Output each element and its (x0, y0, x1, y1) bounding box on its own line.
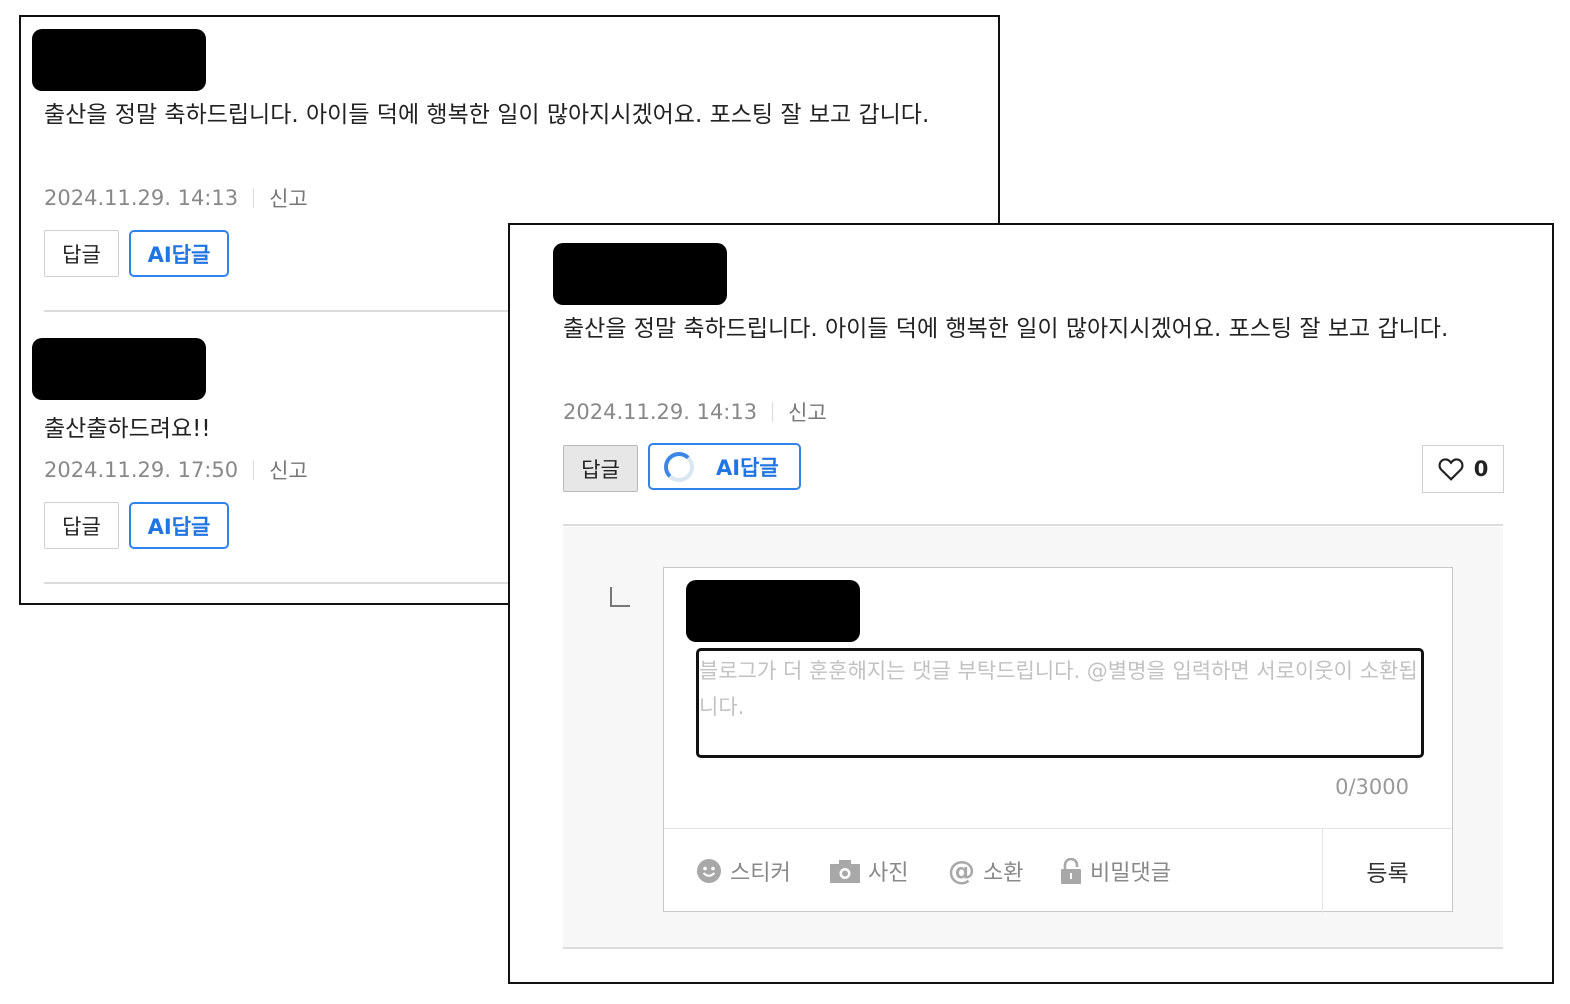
reply-button[interactable]: 답글 (44, 502, 119, 549)
report-link[interactable]: 신고 (788, 397, 827, 427)
mention-label: 소환 (983, 861, 1024, 886)
secret-comment-label: 비밀댓글 (1090, 861, 1171, 886)
secret-comment-toggle[interactable]: 비밀댓글 (1060, 829, 1171, 913)
ai-reply-button[interactable]: AI답글 (129, 230, 229, 277)
mention-button[interactable]: @ 소환 (948, 829, 1023, 913)
reply-indent-icon (610, 587, 630, 607)
redacted-author-name (32, 29, 206, 91)
meta-separator (253, 460, 255, 480)
photo-button[interactable]: 사진 (830, 829, 908, 913)
ai-reply-label: AI답글 (716, 455, 779, 480)
heart-icon (1438, 458, 1464, 481)
reply-button[interactable]: 답글 (563, 445, 638, 492)
photo-label: 사진 (868, 861, 909, 886)
reply-input[interactable] (696, 648, 1424, 758)
loading-spinner-icon (664, 451, 694, 482)
sticker-label: 스티커 (730, 861, 791, 886)
reply-button[interactable]: 답글 (44, 230, 119, 277)
comment-meta: 2024.11.29. 14:13 신고 (44, 183, 308, 213)
form-divider (563, 947, 1503, 949)
comment-timestamp: 2024.11.29. 14:13 (44, 186, 239, 210)
comment-meta: 2024.11.29. 14:13 신고 (563, 397, 827, 427)
comment-divider (563, 524, 1503, 526)
meta-separator (253, 188, 255, 208)
redacted-author-name (553, 243, 727, 305)
lock-icon (1060, 858, 1082, 884)
report-link[interactable]: 신고 (269, 455, 308, 485)
reply-write-area: 0/3000 스티커 사진 @ 소환 (563, 527, 1503, 949)
redacted-author-name (32, 338, 206, 400)
comment-timestamp: 2024.11.29. 14:13 (563, 400, 758, 424)
comment-text: 출산을 정말 축하드립니다. 아이들 덕에 행복한 일이 많아지시겠어요. 포스… (44, 102, 930, 128)
submit-button[interactable]: 등록 (1322, 829, 1452, 913)
comment-timestamp: 2024.11.29. 17:50 (44, 458, 239, 482)
comment-meta: 2024.11.29. 17:50 신고 (44, 455, 308, 485)
smiley-icon (696, 858, 722, 884)
character-counter: 0/3000 (1335, 775, 1409, 799)
meta-separator (772, 402, 774, 422)
reply-toolbar: 스티커 사진 @ 소환 비밀댓글 등록 (664, 828, 1452, 913)
report-link[interactable]: 신고 (269, 183, 308, 213)
like-count: 0 (1473, 457, 1489, 481)
comment-detail-panel: 출산을 정말 축하드립니다. 아이들 덕에 행복한 일이 많아지시겠어요. 포스… (508, 223, 1554, 984)
at-sign-icon: @ (948, 855, 975, 887)
comment-text: 출산을 정말 축하드립니다. 아이들 덕에 행복한 일이 많아지시겠어요. 포스… (563, 316, 1449, 342)
ai-reply-button[interactable]: AI답글 (129, 502, 229, 549)
like-button[interactable]: 0 (1422, 445, 1504, 493)
sticker-button[interactable]: 스티커 (696, 829, 791, 913)
camera-icon (830, 859, 860, 883)
redacted-author-name (686, 580, 860, 642)
reply-form: 0/3000 스티커 사진 @ 소환 (663, 567, 1453, 913)
ai-reply-button[interactable]: AI답글 (648, 443, 801, 490)
